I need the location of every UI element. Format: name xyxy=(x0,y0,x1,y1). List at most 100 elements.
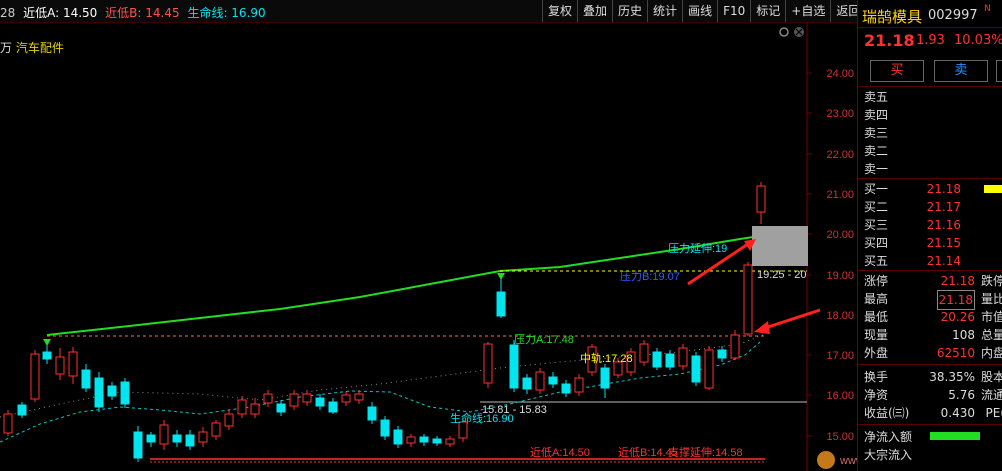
y-tick-label: 15.00 xyxy=(826,431,854,443)
sell-level-5: 卖五 xyxy=(864,90,889,104)
candle-body xyxy=(730,334,740,359)
candle-body xyxy=(574,377,584,393)
mid-rail-label: 中轨:17.28 xyxy=(580,351,633,365)
candle-body xyxy=(367,406,377,421)
down-marker-icon xyxy=(43,339,51,346)
candle-body xyxy=(55,356,65,375)
y-tick-label: 20.00 xyxy=(826,229,854,241)
candle-body xyxy=(406,436,416,444)
toolbar-button-history[interactable]: 历史 xyxy=(612,0,647,22)
candle-body xyxy=(146,434,156,443)
candle-body xyxy=(522,377,532,390)
candle-body xyxy=(509,344,519,389)
stock-name: 瑞鹄模具 xyxy=(862,8,923,26)
indicator-life-line: 生命线: 16.90 xyxy=(187,6,266,20)
range-low-label: 15.81 - 15.83 xyxy=(482,404,547,416)
quote-panel: 瑞鹄模具 002997 N 21.18 1.93 10.03% 买 卖 ↕ 卖五… xyxy=(857,0,1002,471)
stat-net-assets: 净资 5.76 流通 xyxy=(864,388,1002,402)
toolbar-button-statistics[interactable]: 统计 xyxy=(647,0,682,22)
candle-body xyxy=(159,424,169,445)
divider xyxy=(858,270,1002,271)
y-tick-label: 23.00 xyxy=(826,108,854,120)
candlestick-chart[interactable]: 24.00 23.00 22.00 21.00 20.00 19.00 18.0… xyxy=(0,22,857,471)
flow-block-inflow: 大宗流入 xyxy=(864,448,913,462)
candle-body xyxy=(42,351,52,360)
candle-body xyxy=(445,438,455,445)
toolbar-button-restore-rights[interactable]: 复权 xyxy=(542,0,577,22)
candle-body xyxy=(133,431,143,459)
buy-level-4: 买四 21.15 xyxy=(864,236,961,250)
buy-button[interactable]: 买 xyxy=(870,60,924,82)
sell-level-4: 卖四 xyxy=(864,108,889,122)
candle-body xyxy=(328,401,338,413)
current-price: 21.18 xyxy=(864,31,915,50)
candle-body xyxy=(172,434,182,443)
toolbar-button-draw-line[interactable]: 画线 xyxy=(682,0,717,22)
candles xyxy=(3,182,766,462)
candle-body xyxy=(496,291,506,317)
candle-body xyxy=(68,351,78,377)
candle-body xyxy=(639,343,649,363)
sell-level-1: 卖一 xyxy=(864,162,889,176)
stat-limit-up: 涨停 21.18 跌停 xyxy=(864,274,1002,288)
divider xyxy=(858,364,1002,365)
y-tick-label: 21.00 xyxy=(826,189,854,201)
candle-body xyxy=(600,367,610,389)
candle-body xyxy=(678,347,688,367)
candle-body xyxy=(17,404,27,416)
candle-body xyxy=(120,381,130,405)
candle-body xyxy=(289,393,299,407)
candle-body xyxy=(665,353,675,368)
candle-body xyxy=(250,403,260,415)
stat-earnings: 收益(㈢)0.430PE( xyxy=(864,406,1002,420)
stat-low: 最低 20.26 市值 xyxy=(864,310,1002,324)
toolbar-button-add-watchlist[interactable]: +自选 xyxy=(785,0,830,22)
stock-code: 002997 xyxy=(928,8,978,23)
buy-level-5: 买五 21.14 xyxy=(864,254,961,268)
y-tick-label: 22.00 xyxy=(826,149,854,161)
candle-body xyxy=(185,434,195,447)
close-icon[interactable] xyxy=(794,27,804,37)
indicator-low-b: 近低B: 14.45 xyxy=(105,6,180,20)
moving-average xyxy=(0,331,771,418)
pressure-trendline xyxy=(46,235,761,336)
down-marker-icon xyxy=(497,273,505,280)
toolbar: 复权 叠加 历史 统计 画线 F10 标记 +自选 返回 xyxy=(542,0,865,22)
stat-outer-volume: 外盘 62510 内盘 xyxy=(864,346,1002,360)
y-tick-label: 24.00 xyxy=(826,68,854,80)
candle-body xyxy=(483,343,493,384)
candle-body xyxy=(263,393,273,404)
watermark: www.cgtz168.com xyxy=(817,451,857,469)
y-tick-label: 17.00 xyxy=(826,350,854,362)
more-trade-button[interactable]: ↕ xyxy=(996,60,1002,82)
stat-current-volume: 现量 108 总量 xyxy=(864,328,1002,342)
indicator-low-a: 近低A: 14.50 xyxy=(23,6,98,20)
price-zone-box xyxy=(752,226,808,266)
toolbar-button-mark[interactable]: 标记 xyxy=(750,0,785,22)
candle-body xyxy=(652,351,662,368)
sell-level-2: 卖二 xyxy=(864,144,889,158)
candle-body xyxy=(717,349,727,359)
toolbar-button-f10[interactable]: F10 xyxy=(717,0,750,22)
candle-body xyxy=(315,397,325,407)
candle-body xyxy=(380,419,390,437)
candle-body xyxy=(548,376,558,385)
candle-body xyxy=(198,431,208,443)
buy-level-1: 买一 21.18 xyxy=(862,180,1002,198)
pressure-extension-label: 压力延伸:19 xyxy=(668,242,727,255)
toolbar-button-overlay[interactable]: 叠加 xyxy=(577,0,612,22)
y-tick-label: 19.00 xyxy=(826,270,854,282)
candle-body xyxy=(756,185,766,213)
candle-body xyxy=(107,385,117,397)
sell-button[interactable]: 卖 xyxy=(934,60,988,82)
top-bar: 28 近低A: 14.50 近低B: 14.45 生命线: 16.90 复权 叠… xyxy=(0,0,1002,23)
price-change: 1.93 xyxy=(916,33,945,48)
flow-net-inflow: 净流入额 xyxy=(862,428,1002,446)
pressure-b-label: 压力B:19.07 xyxy=(620,270,680,283)
candle-body xyxy=(341,394,351,403)
gear-icon[interactable] xyxy=(779,27,789,37)
candle-body xyxy=(276,403,286,413)
stat-high: 最高 21.18 量比 xyxy=(862,290,1002,310)
candle-body xyxy=(3,413,13,434)
divider xyxy=(858,424,1002,425)
